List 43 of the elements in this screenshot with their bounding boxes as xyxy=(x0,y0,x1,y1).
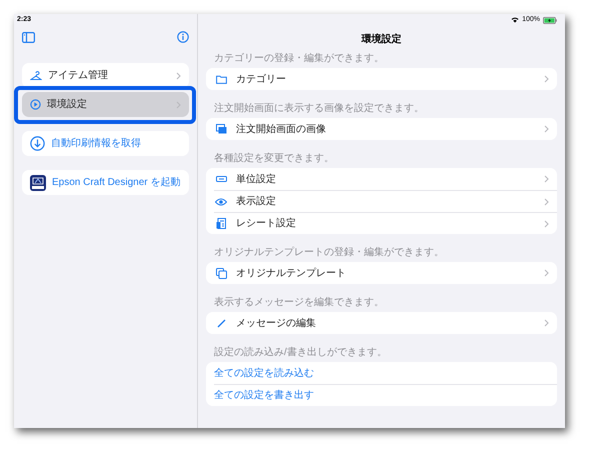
chevron-right-icon xyxy=(544,319,549,327)
settings-row[interactable]: 表示設定 xyxy=(228,191,557,212)
section-caption: 各種設定を変更できます。 xyxy=(213,153,335,165)
chevron-right-icon xyxy=(544,198,549,206)
chevron-right-icon xyxy=(544,125,549,133)
action-link[interactable]: 全ての設定を読み込む xyxy=(214,366,314,380)
section-caption: オリジナルテンプレートの登録・編集ができます。 xyxy=(213,247,445,259)
chevron-right-icon xyxy=(176,100,181,108)
battery-charging-icon xyxy=(543,16,557,24)
sidebar-item[interactable]: 環境設定 xyxy=(22,92,189,117)
receipt-icon xyxy=(216,218,226,229)
chevron-right-icon xyxy=(544,175,549,183)
settings-row[interactable]: 単位設定 xyxy=(228,168,557,190)
folder-icon xyxy=(216,74,226,84)
action-link[interactable]: 全ての設定を書き出す xyxy=(214,388,314,403)
images-icon xyxy=(216,124,226,134)
settings-row[interactable]: レシート設定 xyxy=(228,213,557,234)
info-icon[interactable] xyxy=(177,31,189,43)
ruler-icon xyxy=(216,176,226,182)
download-icon xyxy=(30,136,45,151)
settings-row[interactable]: 注文開始画面の画像 xyxy=(228,118,557,140)
page-title: 環境設定 xyxy=(360,32,402,47)
settings-row[interactable]: オリジナルテンプレート xyxy=(228,262,557,284)
copy-icon xyxy=(216,268,226,278)
section-caption: 表示するメッセージを編集できます。 xyxy=(213,297,385,309)
sidebar-toggle-icon[interactable] xyxy=(22,32,35,42)
hanger-icon xyxy=(30,70,42,80)
app-icon xyxy=(30,174,46,190)
section-caption: カテゴリーの登録・編集ができます。 xyxy=(213,53,385,65)
chevron-right-icon xyxy=(544,269,549,277)
wifi-icon xyxy=(511,17,520,23)
sidebar-item[interactable]: アイテム管理 xyxy=(22,63,189,88)
section-caption: 注文開始画面に表示する画像を設定できます。 xyxy=(213,103,425,115)
sidebar-item[interactable]: 自動印刷情報を取得 xyxy=(22,131,189,156)
eye-icon xyxy=(215,198,227,206)
settings-row[interactable]: メッセージの編集 xyxy=(228,312,557,334)
sidebar-item[interactable]: Epson Craft Designer を起動 xyxy=(22,170,189,195)
pencil-icon xyxy=(216,318,226,328)
chevron-right-icon xyxy=(544,75,549,83)
settings-row[interactable]: カテゴリー xyxy=(228,68,557,90)
chevron-right-icon xyxy=(544,220,549,228)
section-caption: 設定の読み込み/書き出しができます。 xyxy=(213,347,388,359)
chevron-right-icon xyxy=(176,72,181,80)
